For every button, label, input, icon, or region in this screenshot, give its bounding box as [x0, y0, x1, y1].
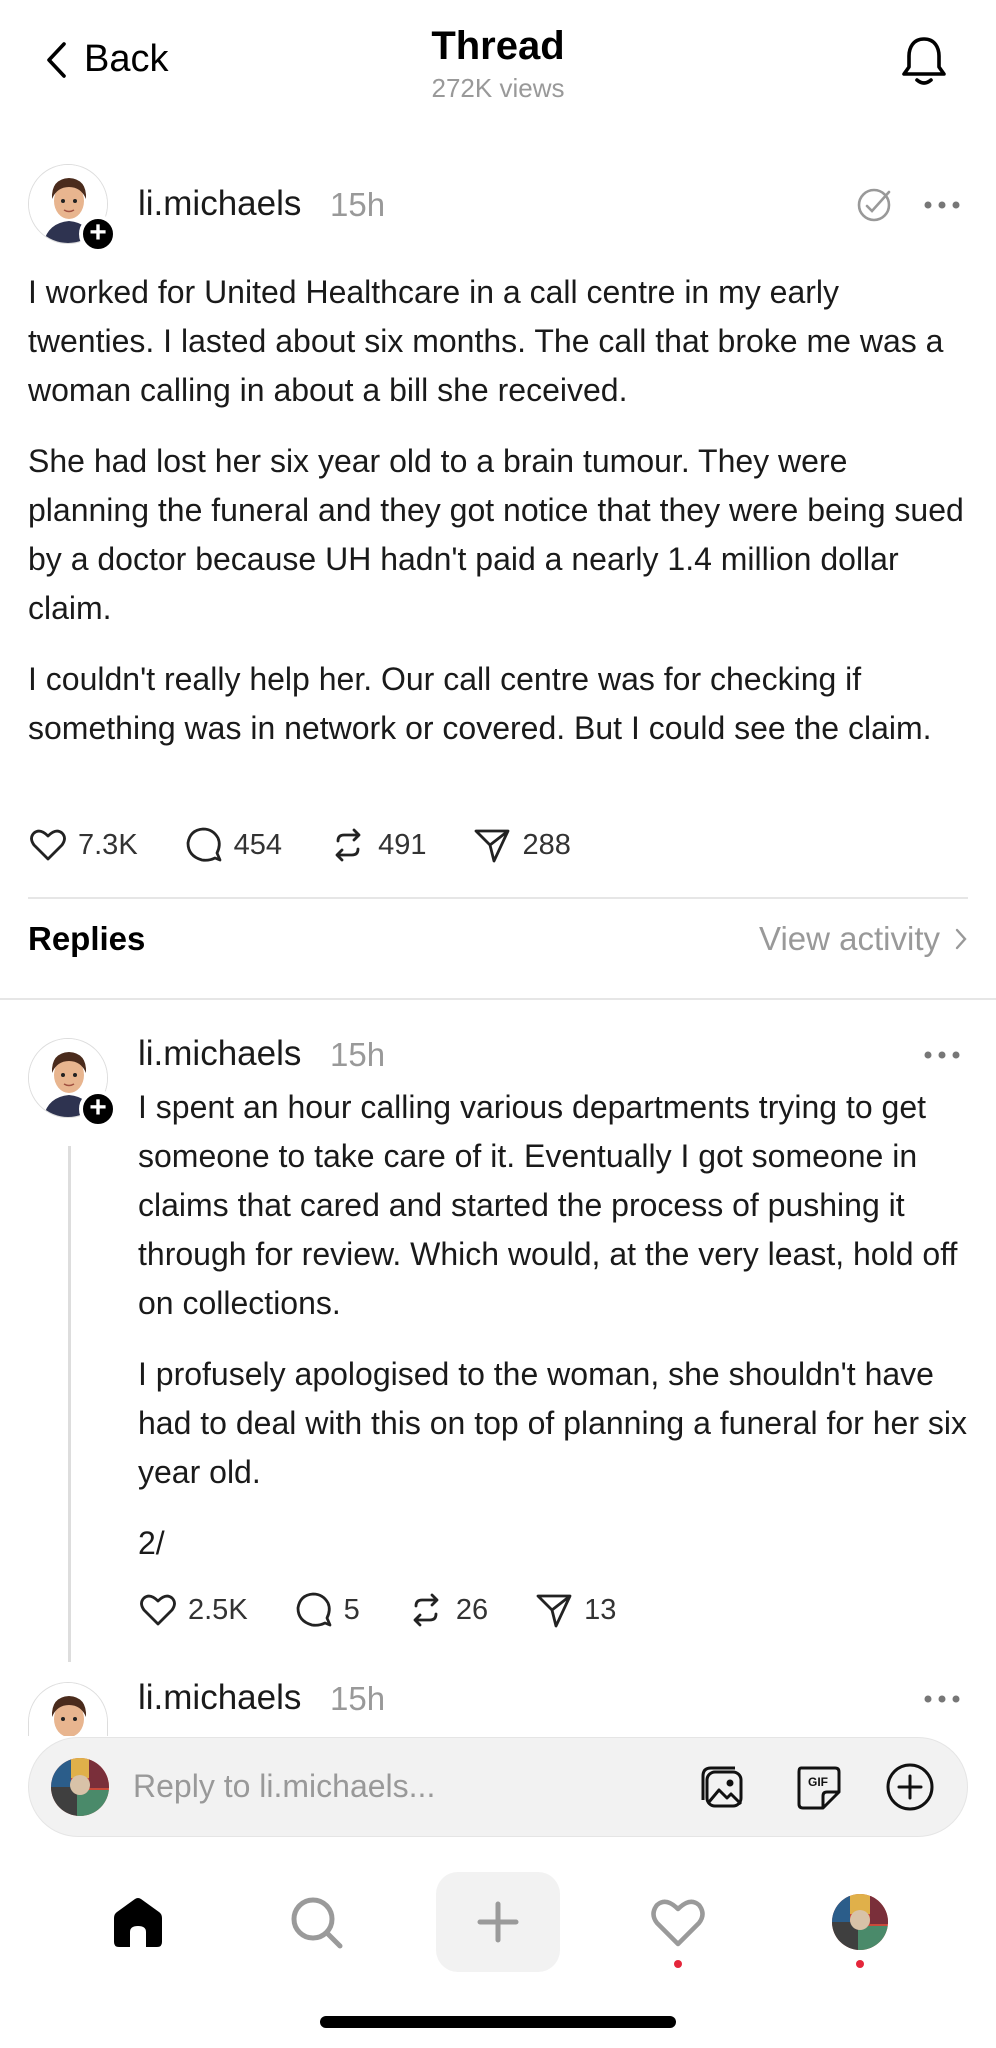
nav-profile[interactable]: [810, 1872, 910, 1972]
bell-icon[interactable]: [898, 34, 950, 90]
share-count: 13: [584, 1593, 617, 1626]
comment-button[interactable]: 454: [184, 825, 282, 865]
divider: [0, 998, 996, 1000]
home-indicator: [320, 2016, 676, 2028]
avatar-illustration: [29, 1683, 107, 1736]
chevron-right-icon: [955, 928, 967, 950]
post-username[interactable]: li.michaels: [138, 184, 301, 224]
follow-badge[interactable]: +: [79, 1090, 117, 1128]
plus-circle-icon[interactable]: [883, 1760, 937, 1814]
post-actions: 7.3K 454 491 288: [28, 825, 617, 865]
repost-icon: [413, 1593, 439, 1627]
reply-username[interactable]: li.michaels: [138, 1678, 301, 1718]
comment-icon: [186, 827, 222, 862]
more-icon[interactable]: [922, 199, 962, 211]
share-icon: [536, 1594, 572, 1628]
comment-count: 454: [233, 828, 283, 861]
reply-paragraph: I profusely apologised to the woman, she…: [138, 1356, 967, 1490]
replies-label: Replies: [28, 920, 146, 957]
my-avatar: [51, 1758, 109, 1816]
nav-search[interactable]: [266, 1872, 366, 1972]
share-icon: [475, 829, 510, 863]
heart-icon: [30, 829, 66, 861]
views-count: 272K views: [431, 73, 565, 103]
like-button[interactable]: 7.3K: [28, 825, 138, 865]
top-bar: Back Thread 272K views: [0, 0, 996, 130]
repost-count: 491: [378, 828, 427, 861]
view-activity-link[interactable]: View activity: [759, 920, 968, 958]
heart-icon: [140, 1594, 176, 1626]
like-button[interactable]: 2.5K: [138, 1590, 248, 1630]
comment-count: 5: [343, 1593, 360, 1626]
replies-header: Replies View activity: [28, 920, 968, 958]
post-paragraph: I worked for United Healthcare in a call…: [28, 274, 944, 408]
notification-dot: [674, 1960, 682, 1968]
reply-time: 15h: [330, 1680, 386, 1717]
more-icon[interactable]: [922, 1693, 962, 1705]
like-count: 2.5K: [188, 1593, 248, 1626]
reply-body: I spent an hour calling various departme…: [138, 1083, 968, 1590]
my-avatar-image: [51, 1758, 109, 1816]
more-icon[interactable]: [922, 1049, 962, 1061]
follow-badge[interactable]: +: [79, 215, 117, 253]
reply-composer[interactable]: Reply to li.michaels... GIF: [28, 1737, 968, 1837]
like-count: 7.3K: [78, 828, 138, 861]
reply-input[interactable]: Reply to li.michaels...: [133, 1768, 435, 1805]
share-button[interactable]: 13: [534, 1590, 616, 1630]
svg-text:GIF: GIF: [808, 1775, 828, 1789]
view-activity-label: View activity: [759, 920, 940, 957]
notification-dot: [856, 1960, 864, 1968]
heart-icon: [651, 1899, 705, 1947]
avatar[interactable]: [28, 1682, 108, 1736]
nav-activity[interactable]: [628, 1872, 728, 1972]
search-icon: [291, 1897, 343, 1949]
reply-time: 15h: [330, 1036, 386, 1073]
repost-button[interactable]: 491: [328, 825, 426, 865]
repost-icon: [335, 828, 361, 862]
nav-home[interactable]: [88, 1872, 188, 1972]
repost-count: 26: [455, 1593, 489, 1626]
reply-actions: 2.5K 5 26 13: [138, 1590, 662, 1630]
bottom-nav: [0, 1860, 996, 1980]
home-icon: [114, 1898, 162, 1947]
post-time: 15h: [330, 186, 386, 223]
image-icon[interactable]: [697, 1760, 751, 1814]
reply-paragraph: I spent an hour calling various departme…: [138, 1089, 958, 1321]
comment-button[interactable]: 5: [294, 1590, 360, 1630]
divider: [28, 897, 968, 899]
activity-icon[interactable]: [854, 184, 894, 224]
profile-icon: [832, 1894, 888, 1950]
nav-create[interactable]: [436, 1872, 560, 1972]
share-count: 288: [522, 828, 571, 861]
reply-paragraph: 2/: [138, 1525, 165, 1561]
title-block: Thread 272K views: [0, 24, 996, 104]
repost-button[interactable]: 26: [406, 1590, 488, 1630]
gif-icon[interactable]: GIF: [791, 1760, 845, 1814]
post-body: I worked for United Healthcare in a call…: [28, 268, 968, 775]
reply-username[interactable]: li.michaels: [138, 1034, 301, 1074]
page-title: Thread: [431, 24, 565, 68]
thread-line: [68, 1146, 71, 1662]
share-button[interactable]: 288: [472, 825, 571, 865]
post-paragraph: She had lost her six year old to a brain…: [28, 443, 964, 626]
comment-icon: [296, 1592, 332, 1627]
post-paragraph: I couldn't really help her. Our call cen…: [28, 661, 932, 746]
plus-icon: [477, 1901, 519, 1943]
